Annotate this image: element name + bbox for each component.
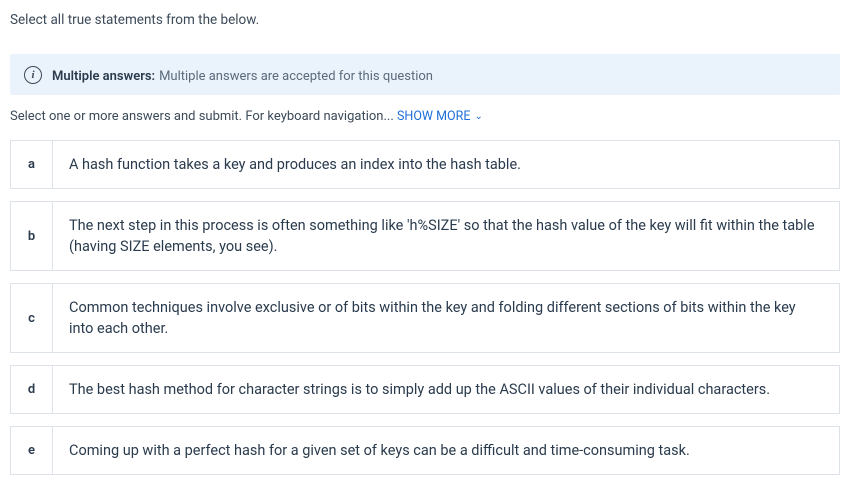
option-text: A hash function takes a key and produces…: [53, 141, 537, 188]
chevron-down-icon: ⌄: [474, 111, 482, 122]
option-d[interactable]: d The best hash method for character str…: [10, 365, 840, 414]
option-text: The best hash method for character strin…: [53, 366, 786, 413]
show-more-label: SHOW MORE: [397, 109, 470, 124]
info-text: Multiple answers are accepted for this q…: [159, 69, 433, 84]
nav-hint: Select one or more answers and submit. F…: [10, 109, 840, 124]
option-label: a: [11, 141, 53, 188]
option-text: The next step in this process is often s…: [53, 202, 839, 270]
option-c[interactable]: c Common techniques involve exclusive or…: [10, 283, 840, 353]
option-label: d: [11, 366, 53, 413]
question-prompt: Select all true statements from the belo…: [10, 12, 840, 28]
option-label: b: [11, 202, 53, 270]
nav-hint-text: Select one or more answers and submit. F…: [10, 109, 397, 124]
option-text: Common techniques involve exclusive or o…: [53, 284, 839, 352]
option-b[interactable]: b The next step in this process is often…: [10, 201, 840, 271]
show-more-link[interactable]: SHOW MORE ⌄: [397, 109, 483, 124]
option-e[interactable]: e Coming up with a perfect hash for a gi…: [10, 426, 840, 475]
option-a[interactable]: a A hash function takes a key and produc…: [10, 140, 840, 189]
option-text: Coming up with a perfect hash for a give…: [53, 427, 706, 474]
info-banner: i Multiple answers: Multiple answers are…: [10, 54, 840, 95]
option-label: e: [11, 427, 53, 474]
info-content: Multiple answers: Multiple answers are a…: [52, 65, 433, 84]
option-label: c: [11, 284, 53, 352]
options-list: a A hash function takes a key and produc…: [10, 140, 840, 475]
info-icon: i: [24, 66, 42, 84]
info-label: Multiple answers:: [52, 69, 155, 84]
